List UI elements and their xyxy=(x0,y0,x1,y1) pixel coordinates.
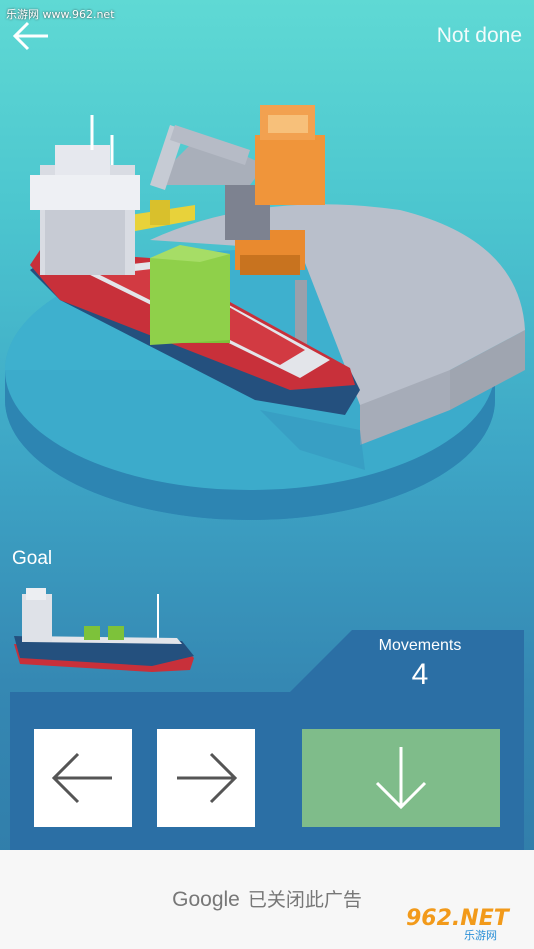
ad-brand: Google xyxy=(172,888,240,911)
move-right-button[interactable] xyxy=(157,729,255,827)
svg-text:乐游网: 乐游网 xyxy=(464,929,497,941)
svg-text:962.NET: 962.NET xyxy=(406,906,511,931)
goal-ship-preview xyxy=(14,588,194,672)
goal-label: Goal xyxy=(12,548,53,569)
arrow-right-icon xyxy=(177,752,238,804)
movements-count: 4 xyxy=(411,658,429,691)
move-left-button[interactable] xyxy=(34,729,132,827)
level-status: Not done xyxy=(436,24,522,47)
arrow-down-icon xyxy=(375,747,427,810)
arrow-left-icon xyxy=(51,752,112,804)
back-button[interactable] xyxy=(10,18,54,54)
game-scene xyxy=(5,105,525,520)
arrow-left-icon xyxy=(12,21,48,51)
ad-text: 已关闭此广告 xyxy=(247,889,362,911)
movements-label: Movements xyxy=(378,637,462,654)
site-logo: 962.NET 乐游网 xyxy=(406,906,511,941)
drop-button[interactable] xyxy=(302,729,500,827)
